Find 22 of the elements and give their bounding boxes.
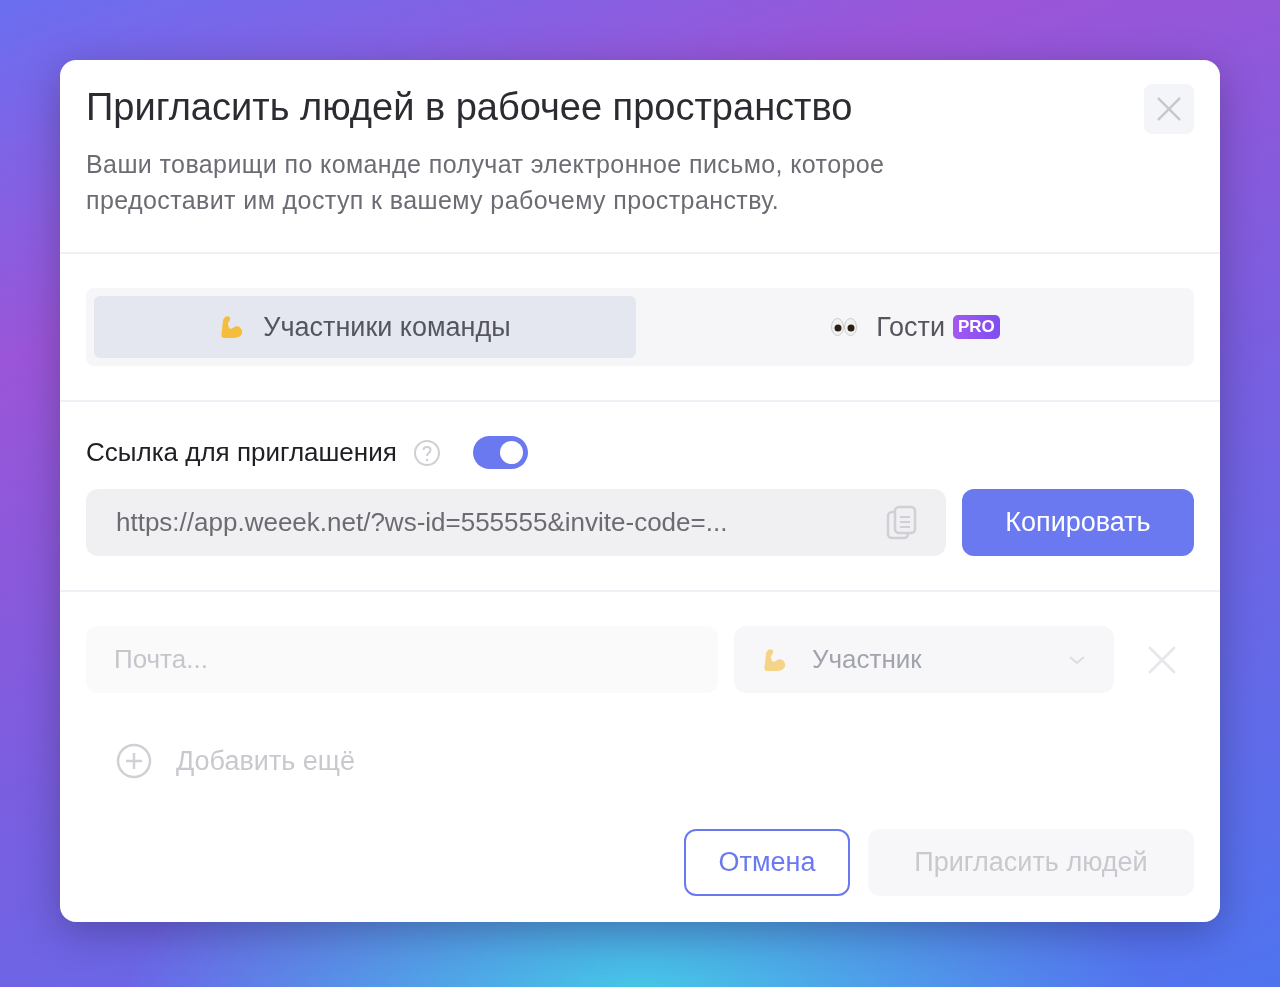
copy-button[interactable]: Копировать [962, 489, 1194, 556]
copy-icon[interactable] [886, 504, 918, 541]
cancel-button[interactable]: Отмена [684, 829, 850, 896]
remove-icon [1147, 644, 1177, 675]
dialog-subtitle: Ваши товарищи по команде получат электронное письмо, которое предоставит им доступ к вашему рабочему пространству. [86, 149, 886, 216]
flexed-arm-icon [762, 646, 788, 673]
close-icon [1156, 96, 1182, 122]
tab[interactable]: Гости PRO [644, 296, 1186, 358]
invite-url-field[interactable]: https://app.weeek.net/?ws-id=555555&invite-code=... [86, 489, 946, 556]
tab[interactable]: Участники команды [94, 296, 636, 358]
tab-label: Гости [876, 311, 945, 343]
chevron-down-icon [1068, 654, 1086, 665]
toggle-switch[interactable] [472, 436, 528, 469]
role-select[interactable]: Участник [734, 626, 1114, 693]
eyes-icon [830, 317, 859, 337]
close-button[interactable] [1144, 84, 1194, 134]
plus-circle-icon [116, 743, 152, 779]
dialog-title: Пригласить людей в рабочее пространство [86, 85, 853, 130]
invite-link-label: Ссылка для приглашения [86, 437, 397, 468]
pro-badge: PRO [952, 315, 1000, 339]
tab-label: Участники команды [263, 311, 511, 343]
help-icon [412, 438, 441, 467]
